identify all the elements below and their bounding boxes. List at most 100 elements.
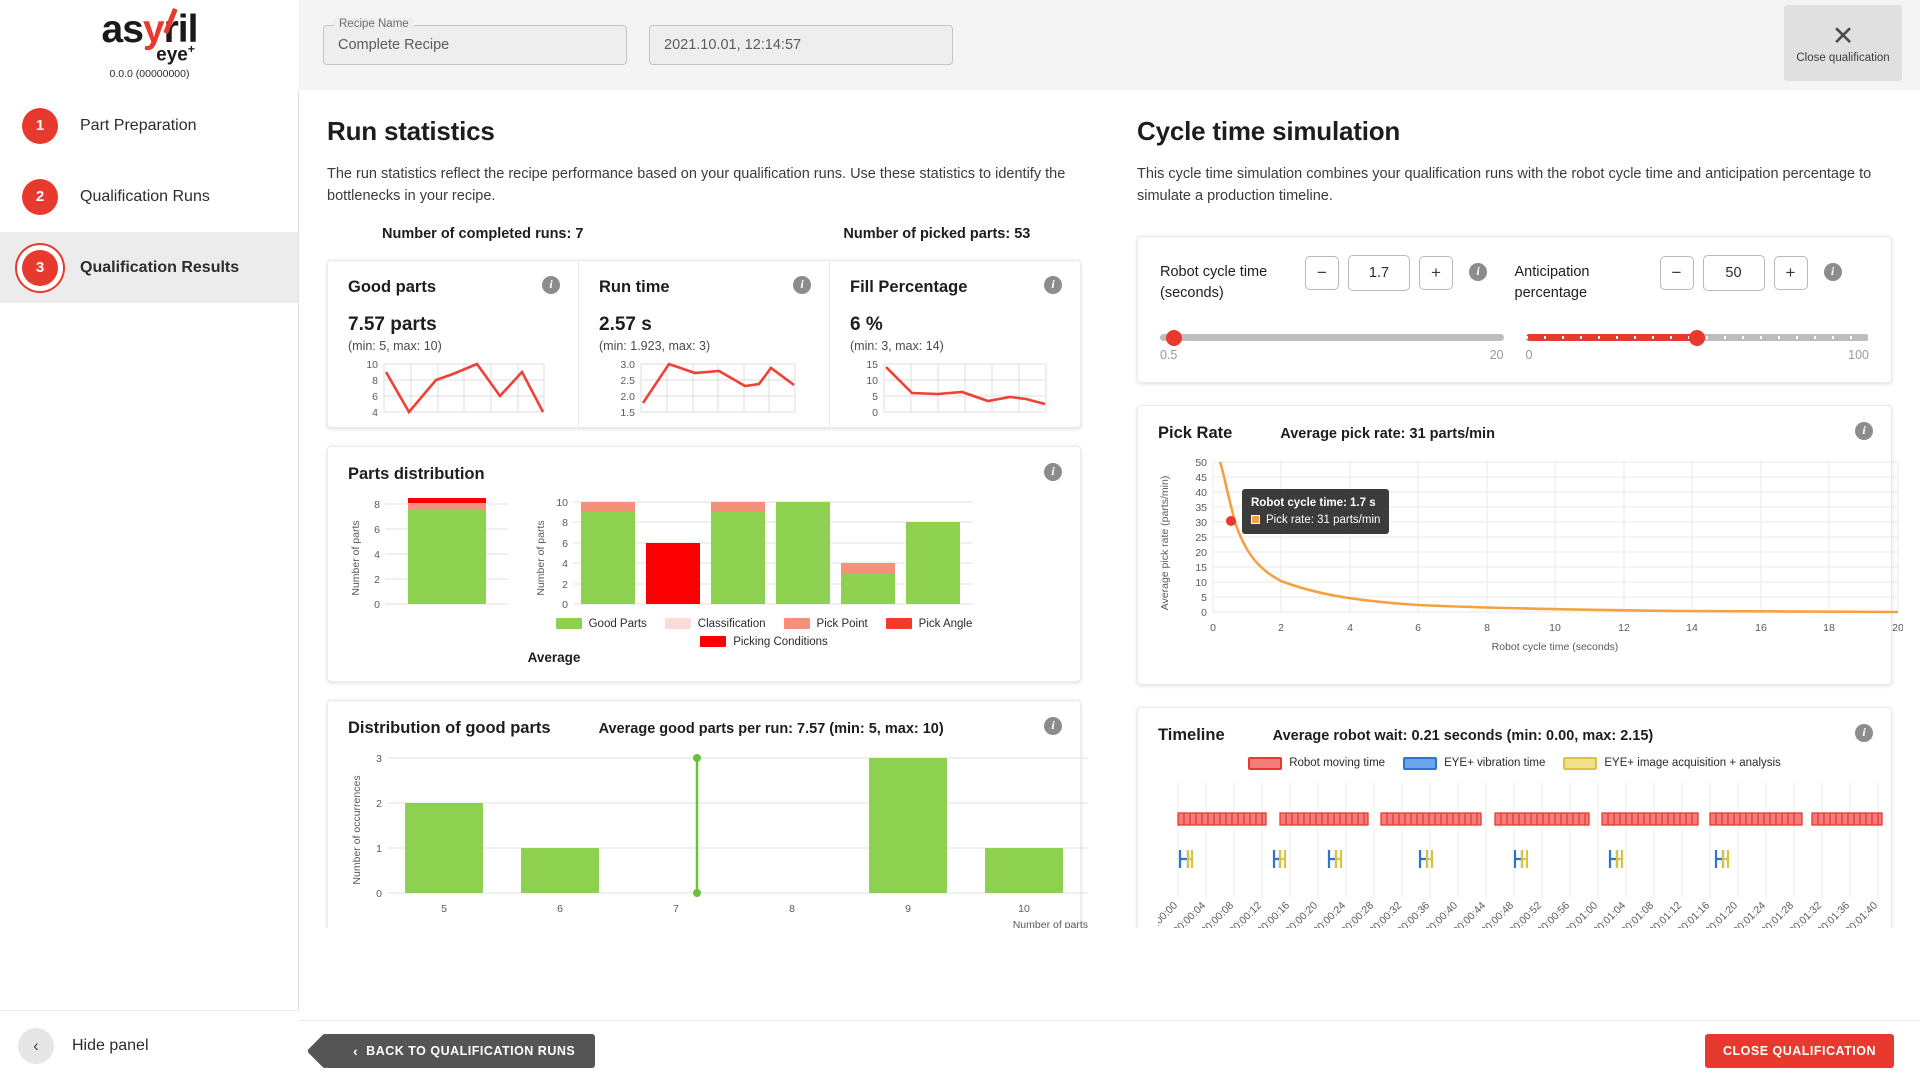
controls-row: Robot cycle time (seconds) − 1.7 + i Ant… [1160, 255, 1869, 304]
sparkline-fill-percentage: 15 10 5 0 [850, 360, 1050, 422]
legend-label: Pick Point [817, 618, 868, 630]
info-icon[interactable]: i [1824, 263, 1842, 281]
svg-text:14: 14 [1686, 622, 1698, 634]
info-icon[interactable]: i [1855, 724, 1873, 742]
svg-text:0: 0 [1210, 622, 1216, 634]
run-counts: Number of completed runs: 7 Number of pi… [327, 226, 1081, 242]
svg-text:00:01:40: 00:01:40 [1843, 899, 1880, 928]
legend-item-classification: Classification [665, 618, 766, 630]
logo-text-as: as [102, 8, 143, 51]
metric-value: 2.57 s [599, 314, 809, 336]
recipe-name-legend: Recipe Name [334, 18, 414, 30]
info-icon[interactable]: i [1044, 717, 1062, 735]
bottom-action-bar: ‹ BACK TO QUALIFICATION RUNS CLOSE QUALI… [299, 1020, 1920, 1080]
distribution-good-parts-title: Distribution of good parts [348, 719, 551, 738]
svg-text:Number of occurrences: Number of occurrences [351, 775, 363, 884]
pick-rate-card: i Pick Rate Average pick rate: 31 parts/… [1137, 405, 1892, 685]
svg-text:0: 0 [376, 888, 382, 900]
parts-distribution-card: i Parts distribution Number of parts 8 [327, 446, 1081, 682]
svg-text:16: 16 [1755, 622, 1767, 634]
svg-text:15: 15 [866, 360, 878, 371]
svg-text:Average pick rate (parts/min): Average pick rate (parts/min) [1159, 476, 1171, 611]
slider-min-label: 0 [1526, 348, 1533, 362]
robot-cycle-decrement-button[interactable]: − [1305, 256, 1339, 290]
slider-knob[interactable] [1166, 330, 1182, 346]
anticipation-stepper: − 50 + [1660, 255, 1808, 291]
run-statistics-column: Run statistics The run statistics reflec… [299, 90, 1109, 928]
robot-cycle-time-control: Robot cycle time (seconds) − 1.7 + i [1160, 255, 1515, 304]
svg-text:5: 5 [872, 391, 878, 403]
robot-cycle-increment-button[interactable]: + [1419, 256, 1453, 290]
completed-runs-count: Number of completed runs: 7 [382, 226, 583, 242]
sidebar-item-qualification-results[interactable]: 3 Qualification Results [0, 232, 298, 303]
tooltip-series-swatch [1251, 515, 1260, 524]
info-icon[interactable]: i [1044, 463, 1062, 481]
svg-text:15: 15 [1195, 562, 1207, 574]
tooltip-pick-rate: Pick rate: 31 parts/min [1266, 512, 1380, 529]
sparkline-run-time: 3.0 2.5 2.0 1.5 [599, 360, 799, 422]
legend-item-good-parts: Good Parts [556, 618, 647, 630]
svg-text:0: 0 [374, 599, 380, 611]
sidebar-item-label: Part Preparation [80, 117, 197, 135]
back-to-qualification-runs-button[interactable]: ‹ BACK TO QUALIFICATION RUNS [325, 1034, 595, 1068]
metric-title: Run time [599, 278, 809, 297]
slider-range-labels: 0.5 20 [1160, 348, 1504, 362]
qualification-date-value: 2021.10.01, 12:14:57 [664, 37, 801, 53]
anticipation-increment-button[interactable]: + [1774, 256, 1808, 290]
close-qualification-button[interactable]: CLOSE QUALIFICATION [1705, 1034, 1894, 1068]
legend-label: Robot moving time [1289, 757, 1385, 769]
info-icon[interactable]: i [542, 276, 560, 294]
robot-cycle-time-input[interactable]: 1.7 [1348, 255, 1410, 291]
info-icon[interactable]: i [1855, 422, 1873, 440]
anticipation-decrement-button[interactable]: − [1660, 256, 1694, 290]
info-icon[interactable]: i [793, 276, 811, 294]
timeline-header: Timeline Average robot wait: 0.21 second… [1158, 726, 1871, 745]
legend-label: Good Parts [589, 618, 647, 630]
metric-title: Fill Percentage [850, 278, 1060, 297]
svg-text:2: 2 [374, 574, 380, 586]
run-statistics-description: The run statistics reflect the recipe pe… [327, 163, 1081, 208]
sidebar-item-qualification-runs[interactable]: 2 Qualification Runs [0, 161, 298, 232]
parts-distribution-title: Parts distribution [348, 465, 485, 484]
legend-item-pick-angle: Pick Angle [886, 618, 973, 630]
svg-text:Number of parts: Number of parts [350, 520, 362, 595]
svg-text:6: 6 [372, 391, 378, 403]
svg-text:3: 3 [376, 753, 382, 765]
page-title-cycle-time-simulation: Cycle time simulation [1137, 116, 1892, 147]
svg-text:40: 40 [1195, 487, 1207, 499]
svg-text:10: 10 [866, 375, 878, 387]
app-root: asyril eye+ 0.0.0 (00000000) Recipe Name… [0, 0, 1920, 1080]
slider-knob[interactable] [1689, 330, 1705, 346]
legend-label: EYE+ image acquisition + analysis [1604, 757, 1780, 769]
recipe-name-value: Complete Recipe [338, 37, 449, 53]
svg-text:3.0: 3.0 [620, 360, 635, 371]
info-icon[interactable]: i [1469, 263, 1487, 281]
recipe-name-field[interactable]: Recipe Name Complete Recipe [323, 25, 627, 65]
metric-range: (min: 1.923, max: 3) [599, 339, 809, 353]
hide-panel-button[interactable]: ‹ Hide panel [0, 1010, 299, 1080]
svg-text:50: 50 [1195, 457, 1207, 469]
app-version: 0.0.0 (00000000) [110, 68, 190, 80]
legend-label: Pick Angle [919, 618, 973, 630]
close-qualification-header-button[interactable]: ✕ Close qualification [1784, 5, 1902, 81]
anticipation-percentage-slider[interactable]: 0 100 [1526, 328, 1870, 362]
robot-cycle-time-slider[interactable]: 0.5 20 [1160, 328, 1504, 362]
pick-rate-tooltip: Robot cycle time: 1.7 s Pick rate: 31 pa… [1242, 489, 1389, 534]
svg-text:2: 2 [1278, 622, 1284, 634]
timeline-chart: 00:00:00 00:00:04 00:00:08 00:00:12 00:0… [1158, 778, 1903, 928]
svg-text:4: 4 [1347, 622, 1353, 634]
svg-text:Number of parts: Number of parts [535, 520, 547, 595]
close-button-label: CLOSE QUALIFICATION [1723, 1044, 1876, 1058]
anticipation-input[interactable]: 50 [1703, 255, 1765, 291]
picked-parts-count: Number of picked parts: 53 [843, 226, 1030, 242]
slider-max-label: 100 [1848, 348, 1869, 362]
slider-min-label: 0.5 [1160, 348, 1177, 362]
info-icon[interactable]: i [1044, 276, 1062, 294]
svg-text:8: 8 [789, 903, 795, 915]
legend-swatch [700, 636, 726, 647]
timeline-title: Timeline [1158, 726, 1225, 745]
qualification-date-field[interactable]: 2021.10.01, 12:14:57 [649, 25, 953, 65]
metric-good-parts: Good parts i 7.57 parts (min: 5, max: 10… [328, 261, 578, 427]
svg-text:30: 30 [1195, 517, 1207, 529]
sidebar-item-part-preparation[interactable]: 1 Part Preparation [0, 90, 298, 161]
